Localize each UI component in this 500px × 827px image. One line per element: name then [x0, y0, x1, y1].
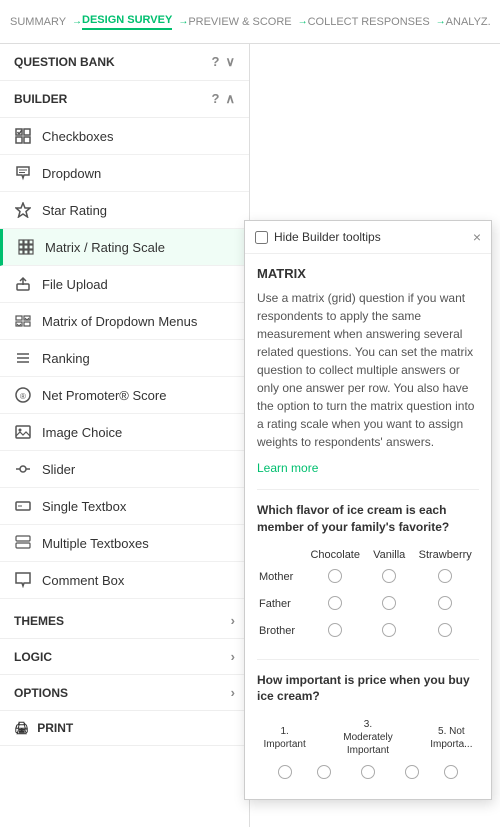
nav-summary[interactable]: SUMMARY	[10, 16, 66, 28]
radio-father-straw[interactable]	[438, 596, 452, 610]
multiple-textboxes-icon	[14, 534, 32, 552]
hide-tooltips-checkbox[interactable]	[255, 231, 268, 244]
logic-header[interactable]: LOGIC ›	[0, 639, 249, 675]
top-nav: SUMMARY → DESIGN SURVEY → PREVIEW & SCOR…	[0, 0, 500, 44]
table-row: Brother	[257, 618, 479, 645]
star-icon	[14, 201, 32, 219]
tooltip-title: MATRIX	[257, 266, 479, 281]
rating-col-1: 1.Important	[257, 715, 312, 760]
radio-rating-4[interactable]	[405, 765, 419, 779]
row-label-brother: Brother	[257, 618, 303, 645]
image-choice-icon	[14, 423, 32, 441]
svg-text:®: ®	[20, 392, 26, 401]
options-chevron-icon[interactable]: ›	[231, 685, 235, 700]
chevron-down-icon[interactable]: ∨	[225, 54, 235, 70]
nav-arrow-2: →	[178, 16, 188, 27]
close-icon[interactable]: ×	[473, 229, 481, 245]
col-header-strawberry: Strawberry	[411, 546, 479, 564]
radio-mother-straw[interactable]	[438, 569, 452, 583]
sidebar-item-nps[interactable]: ® Net Promoter® Score	[0, 377, 249, 414]
themes-header[interactable]: THEMES ›	[0, 603, 249, 639]
rating-table: 1.Important 3.ModeratelyImportant 5. Not…	[257, 715, 479, 787]
matrix-icon	[17, 238, 35, 256]
sidebar-item-comment-box[interactable]: Comment Box	[0, 562, 249, 599]
sidebar-item-file-upload[interactable]: File Upload	[0, 266, 249, 303]
table-row: Father	[257, 591, 479, 618]
help-icon-builder[interactable]: ?	[212, 91, 220, 107]
col-header-empty	[257, 546, 303, 564]
radio-rating-1[interactable]	[278, 765, 292, 779]
radio-mother-choc[interactable]	[328, 569, 342, 583]
matrix-table-1: Chocolate Vanilla Strawberry Mother Fath…	[257, 546, 479, 645]
rating-col-5: 5. NotImporta...	[424, 715, 479, 760]
tooltip-body: MATRIX Use a matrix (grid) question if y…	[245, 254, 491, 799]
col-header-vanilla: Vanilla	[367, 546, 411, 564]
hide-tooltips-label: Hide Builder tooltips	[274, 230, 467, 244]
nps-icon: ®	[14, 386, 32, 404]
example-question-2: How important is price when you buy ice …	[257, 659, 479, 706]
slider-icon	[14, 460, 32, 478]
tooltip-description: Use a matrix (grid) question if you want…	[257, 289, 479, 451]
dropdown-icon	[14, 164, 32, 182]
ranking-icon	[14, 349, 32, 367]
sidebar-item-single-textbox[interactable]: Single Textbox	[0, 488, 249, 525]
table-row	[257, 760, 479, 787]
question-bank-icons: ? ∨	[212, 54, 235, 70]
tooltip-popup: Hide Builder tooltips × MATRIX Use a mat…	[244, 220, 492, 800]
col-header-chocolate: Chocolate	[303, 546, 367, 564]
help-icon[interactable]: ?	[212, 54, 220, 70]
rating-col-4	[400, 715, 424, 760]
sidebar-item-star-rating[interactable]: Star Rating	[0, 192, 249, 229]
sidebar: QUESTION BANK ? ∨ BUILDER ? ∧ Checkboxes…	[0, 44, 250, 827]
learn-more-link[interactable]: Learn more	[257, 461, 318, 475]
themes-chevron-icon[interactable]: ›	[231, 613, 235, 628]
sidebar-item-image-choice[interactable]: Image Choice	[0, 414, 249, 451]
sidebar-item-checkboxes[interactable]: Checkboxes	[0, 118, 249, 155]
sidebar-item-matrix[interactable]: Matrix / Rating Scale	[0, 229, 249, 266]
single-textbox-icon	[14, 497, 32, 515]
rating-col-3: 3.ModeratelyImportant	[336, 715, 399, 760]
rating-col-2	[312, 715, 336, 760]
sidebar-item-multiple-textboxes[interactable]: Multiple Textboxes	[0, 525, 249, 562]
nav-design-survey[interactable]: DESIGN SURVEY	[82, 14, 172, 30]
nav-arrow-4: →	[436, 16, 446, 27]
nav-analyze[interactable]: ANALYZ.	[446, 16, 491, 28]
sidebar-item-slider[interactable]: Slider	[0, 451, 249, 488]
row-label-mother: Mother	[257, 564, 303, 591]
example-section-1: Which flavor of ice cream is each member…	[257, 489, 479, 787]
table-row: Mother	[257, 564, 479, 591]
sidebar-item-dropdown[interactable]: Dropdown	[0, 155, 249, 192]
nav-arrow-1: →	[72, 16, 82, 27]
upload-icon	[14, 275, 32, 293]
logic-chevron-icon[interactable]: ›	[231, 649, 235, 664]
radio-father-van[interactable]	[382, 596, 396, 610]
nav-collect-responses[interactable]: COLLECT RESPONSES	[308, 16, 430, 28]
radio-rating-3[interactable]	[361, 765, 375, 779]
nav-arrow-3: →	[298, 16, 308, 27]
comment-box-icon	[14, 571, 32, 589]
radio-father-choc[interactable]	[328, 596, 342, 610]
options-header[interactable]: OPTIONS ›	[0, 675, 249, 711]
sidebar-item-ranking[interactable]: Ranking	[0, 340, 249, 377]
builder-header[interactable]: BUILDER ? ∧	[0, 81, 249, 118]
question-bank-header[interactable]: QUESTION BANK ? ∨	[0, 44, 249, 81]
print-header[interactable]: 🖨 PRINT	[0, 711, 249, 746]
checkboxes-icon	[14, 127, 32, 145]
matrix-dropdown-icon	[14, 312, 32, 330]
radio-brother-van[interactable]	[382, 623, 396, 637]
tooltip-header: Hide Builder tooltips ×	[245, 221, 491, 254]
chevron-up-icon[interactable]: ∧	[225, 91, 235, 107]
radio-rating-5[interactable]	[444, 765, 458, 779]
sidebar-item-matrix-dropdown[interactable]: Matrix of Dropdown Menus	[0, 303, 249, 340]
print-icon: 🖨	[14, 721, 29, 735]
nav-preview-score[interactable]: PREVIEW & SCORE	[188, 16, 291, 28]
builder-icons: ? ∧	[212, 91, 235, 107]
example-question-1: Which flavor of ice cream is each member…	[257, 502, 479, 536]
radio-brother-choc[interactable]	[328, 623, 342, 637]
radio-brother-straw[interactable]	[438, 623, 452, 637]
row-label-father: Father	[257, 591, 303, 618]
radio-rating-2[interactable]	[317, 765, 331, 779]
radio-mother-van[interactable]	[382, 569, 396, 583]
